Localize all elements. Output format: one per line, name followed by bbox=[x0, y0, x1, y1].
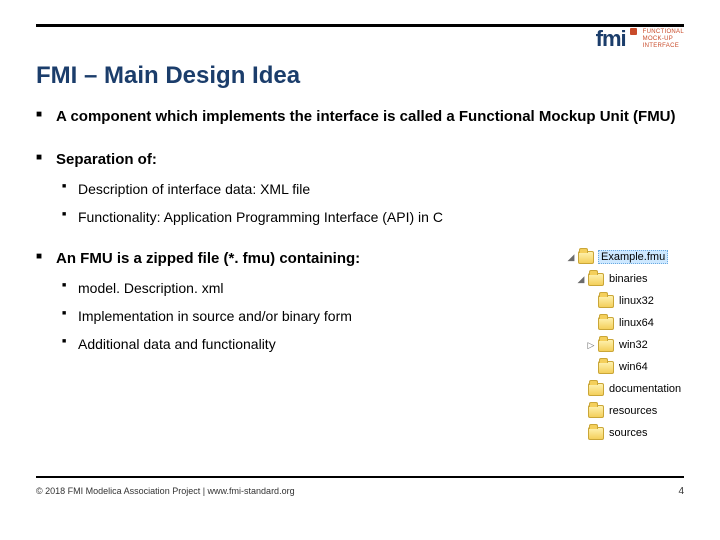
tree-node-root[interactable]: ◢ Example.fmu bbox=[566, 246, 684, 268]
slide-title: FMI – Main Design Idea bbox=[36, 62, 300, 90]
bottom-rule bbox=[36, 476, 684, 478]
logo-dot-icon bbox=[630, 28, 637, 35]
logo: fmi FUNCTIONAL MOCK-UP INTERFACE bbox=[596, 26, 684, 52]
tree-label: win32 bbox=[618, 339, 649, 351]
folder-icon bbox=[588, 383, 604, 396]
bullet-2-2: Functionality: Application Programming I… bbox=[56, 208, 684, 226]
file-tree: ◢ Example.fmu ◢ binaries linux32 linux64… bbox=[566, 246, 684, 444]
tree-node-linux64[interactable]: linux64 bbox=[566, 312, 684, 334]
collapse-icon[interactable]: ◢ bbox=[576, 274, 586, 285]
folder-icon bbox=[588, 405, 604, 418]
slide: fmi FUNCTIONAL MOCK-UP INTERFACE FMI – M… bbox=[0, 0, 720, 540]
page-number: 4 bbox=[678, 486, 684, 497]
folder-icon bbox=[598, 339, 614, 352]
bullet-1: A component which implements the interfa… bbox=[36, 108, 684, 127]
tree-node-linux32[interactable]: linux32 bbox=[566, 290, 684, 312]
tree-node-binaries[interactable]: ◢ binaries bbox=[566, 268, 684, 290]
bullet-2-1: Description of interface data: XML file bbox=[56, 180, 684, 198]
tree-label: sources bbox=[608, 427, 649, 439]
folder-icon bbox=[588, 427, 604, 440]
folder-icon bbox=[598, 361, 614, 374]
tree-node-resources[interactable]: resources bbox=[566, 400, 684, 422]
tree-label: resources bbox=[608, 405, 658, 417]
expand-icon[interactable]: ▷ bbox=[586, 340, 596, 351]
footer-text: © 2018 FMI Modelica Association Project … bbox=[36, 486, 295, 496]
logo-line1: FUNCTIONAL bbox=[643, 29, 684, 36]
folder-icon bbox=[598, 317, 614, 330]
folder-icon bbox=[598, 295, 614, 308]
tree-label: win64 bbox=[618, 361, 649, 373]
tree-node-sources[interactable]: sources bbox=[566, 422, 684, 444]
tree-node-win64[interactable]: win64 bbox=[566, 356, 684, 378]
folder-icon bbox=[578, 251, 594, 264]
tree-label: documentation bbox=[608, 383, 682, 395]
top-rule bbox=[36, 24, 684, 27]
tree-node-win32[interactable]: ▷ win32 bbox=[566, 334, 684, 356]
bullet-3-text: An FMU is a zipped file (*. fmu) contain… bbox=[56, 250, 360, 267]
folder-icon bbox=[588, 273, 604, 286]
logo-text: FUNCTIONAL MOCK-UP INTERFACE bbox=[643, 29, 684, 50]
tree-label-root: Example.fmu bbox=[598, 250, 668, 264]
tree-node-documentation[interactable]: documentation bbox=[566, 378, 684, 400]
bullet-2: Separation of: Description of interface … bbox=[36, 151, 684, 226]
logo-mark: fmi bbox=[596, 26, 626, 52]
logo-line2: MOCK-UP bbox=[643, 36, 684, 43]
tree-label: binaries bbox=[608, 273, 649, 285]
tree-label: linux64 bbox=[618, 317, 655, 329]
tree-label: linux32 bbox=[618, 295, 655, 307]
collapse-icon[interactable]: ◢ bbox=[566, 252, 576, 263]
logo-line3: INTERFACE bbox=[643, 43, 684, 50]
bullet-2-text: Separation of: bbox=[56, 151, 157, 168]
